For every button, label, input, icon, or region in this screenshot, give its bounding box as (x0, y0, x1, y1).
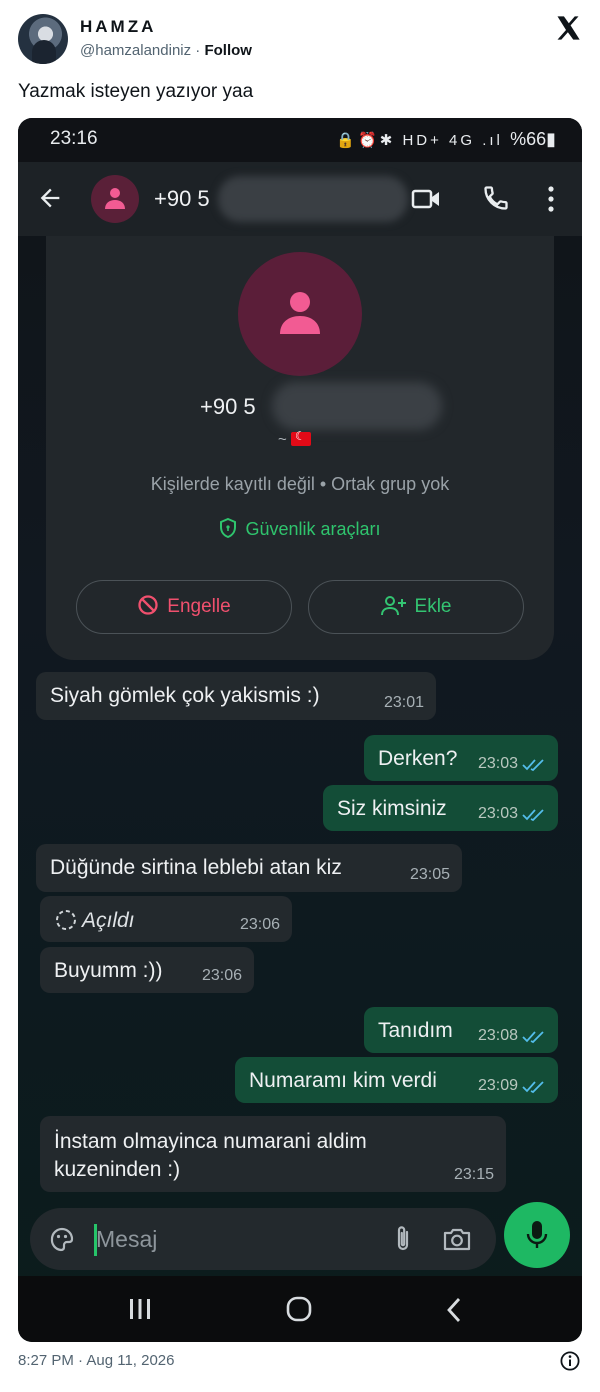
more-options-icon[interactable] (543, 184, 559, 214)
tweet-header: HAMZA @hamzalandiniz · Follow (18, 14, 582, 66)
x-logo-icon[interactable] (554, 14, 582, 42)
home-icon[interactable] (286, 1296, 312, 1322)
chat-screenshot[interactable]: 23:16 🔒⏰✱ HD+ 4G .ıl %66▮ +90 5 +90 5 ~ … (18, 118, 582, 1342)
message-text: Siyah gömlek çok yakismis :) (50, 684, 320, 707)
camera-icon[interactable] (442, 1226, 472, 1252)
tilde: ~ (278, 431, 287, 448)
message-text: Açıldı (82, 909, 135, 932)
status-time: 23:16 (50, 128, 98, 149)
message-time: 23:06 (239, 916, 280, 933)
message-incoming-view-once[interactable]: Açıldı 23:06 (40, 896, 292, 942)
microphone-icon (526, 1221, 548, 1248)
message-time: 23:03 (477, 805, 518, 822)
message-text: Derken? (378, 747, 458, 770)
add-contact-button[interactable]: Ekle (308, 580, 524, 634)
contact-info-text: Kişilerde kayıtlı değil • Ortak grup yok (150, 474, 450, 494)
message-text-line: kuzeninden :) (54, 1158, 181, 1181)
nav-back-icon[interactable] (446, 1297, 462, 1323)
attachment-icon[interactable] (392, 1224, 414, 1254)
message-outgoing[interactable]: Tanıdım 23:08 (364, 1007, 558, 1053)
safety-tools-label: Güvenlik araçları (245, 519, 381, 539)
block-button[interactable]: Engelle (76, 580, 292, 634)
tweet-text: Yazmak isteyen yazıyor yaa (18, 81, 254, 102)
author-handle[interactable]: @hamzalandiniz (80, 42, 191, 59)
card-avatar (238, 252, 362, 376)
message-incoming[interactable]: İnstam olmayinca numarani aldim kuzenind… (40, 1116, 506, 1192)
country-row: ~ (278, 429, 311, 448)
message-input-bar[interactable]: Mesaj (30, 1208, 496, 1270)
message-time: 23:06 (201, 967, 242, 984)
message-text: Tanıdım (378, 1019, 453, 1042)
message-text: Siz kimsiniz (337, 797, 447, 820)
read-receipt-icon (522, 809, 544, 822)
message-input[interactable]: Mesaj (96, 1226, 157, 1253)
add-contact-label: Ekle (414, 596, 452, 617)
message-time: 23:05 (409, 866, 450, 883)
message-outgoing[interactable]: Derken? 23:03 (364, 735, 558, 781)
add-person-icon (380, 596, 406, 616)
info-icon[interactable] (560, 1351, 580, 1371)
separator-dot: · (195, 42, 201, 59)
message-outgoing[interactable]: Numaramı kim verdi 23:09 (235, 1057, 558, 1103)
sticker-icon[interactable] (48, 1225, 76, 1253)
message-incoming[interactable]: Düğünde sirtina leblebi atan kiz 23:05 (36, 844, 462, 892)
chat-app-bar: +90 5 (18, 162, 582, 236)
message-text: Numaramı kim verdi (249, 1069, 437, 1092)
message-time: 23:09 (477, 1077, 518, 1094)
author-name[interactable]: HAMZA (80, 17, 156, 37)
message-text: Düğünde sirtina leblebi atan kiz (50, 856, 342, 879)
video-call-icon[interactable] (411, 186, 441, 212)
message-time: 23:08 (477, 1027, 518, 1044)
person-icon (105, 188, 125, 209)
message-time: 23:15 (453, 1166, 494, 1183)
phone-call-icon[interactable] (482, 184, 510, 212)
message-text: Buyumm :)) (54, 959, 163, 982)
status-icon-group: 🔒⏰✱ HD+ 4G .ıl (336, 132, 503, 149)
safety-tools-link[interactable]: Güvenlik araçları (46, 517, 554, 540)
message-incoming[interactable]: Buyumm :)) 23:06 (40, 947, 254, 993)
message-text-line: İnstam olmayinca numarani aldim (54, 1130, 367, 1153)
read-receipt-icon (522, 759, 544, 772)
shield-icon (220, 517, 237, 539)
person-icon (280, 292, 320, 334)
back-arrow-icon[interactable] (36, 184, 64, 212)
view-once-row: Açıldı (54, 908, 135, 933)
read-receipt-icon (522, 1031, 544, 1044)
recent-apps-icon[interactable] (128, 1298, 152, 1320)
redacted-number (218, 176, 408, 222)
status-bar: 23:16 🔒⏰✱ HD+ 4G .ıl %66▮ (18, 118, 582, 162)
contact-avatar[interactable] (91, 175, 139, 223)
message-text: İnstam olmayinca numarani aldim kuzenind… (54, 1128, 367, 1184)
read-receipt-icon (522, 1081, 544, 1094)
card-number: +90 5 (200, 394, 256, 419)
block-label: Engelle (167, 596, 231, 617)
tweet-timestamp[interactable]: 8:27 PM · Aug 11, 2026 (18, 1352, 175, 1369)
redacted-number (272, 382, 442, 430)
author-handle-row: @hamzalandiniz · Follow (80, 42, 252, 59)
android-nav-bar (18, 1276, 582, 1342)
status-icons: 🔒⏰✱ HD+ 4G .ıl %66▮ (336, 129, 556, 150)
message-time: 23:03 (477, 755, 518, 772)
message-outgoing[interactable]: Siz kimsiniz 23:03 (323, 785, 558, 831)
view-once-opened-icon (56, 910, 76, 930)
turkey-flag-icon (290, 429, 311, 446)
author-avatar[interactable] (18, 14, 68, 64)
contact-number[interactable]: +90 5 (154, 186, 210, 212)
voice-message-button[interactable] (504, 1202, 570, 1268)
block-icon (138, 595, 158, 615)
message-time: 23:01 (383, 694, 424, 711)
message-incoming[interactable]: Siyah gömlek çok yakismis :) 23:01 (36, 672, 436, 720)
battery-icon: %66▮ (510, 129, 556, 149)
unknown-contact-card: +90 5 ~ Kişilerde kayıtlı değil • Ortak … (46, 236, 554, 660)
follow-button[interactable]: Follow (204, 42, 252, 59)
